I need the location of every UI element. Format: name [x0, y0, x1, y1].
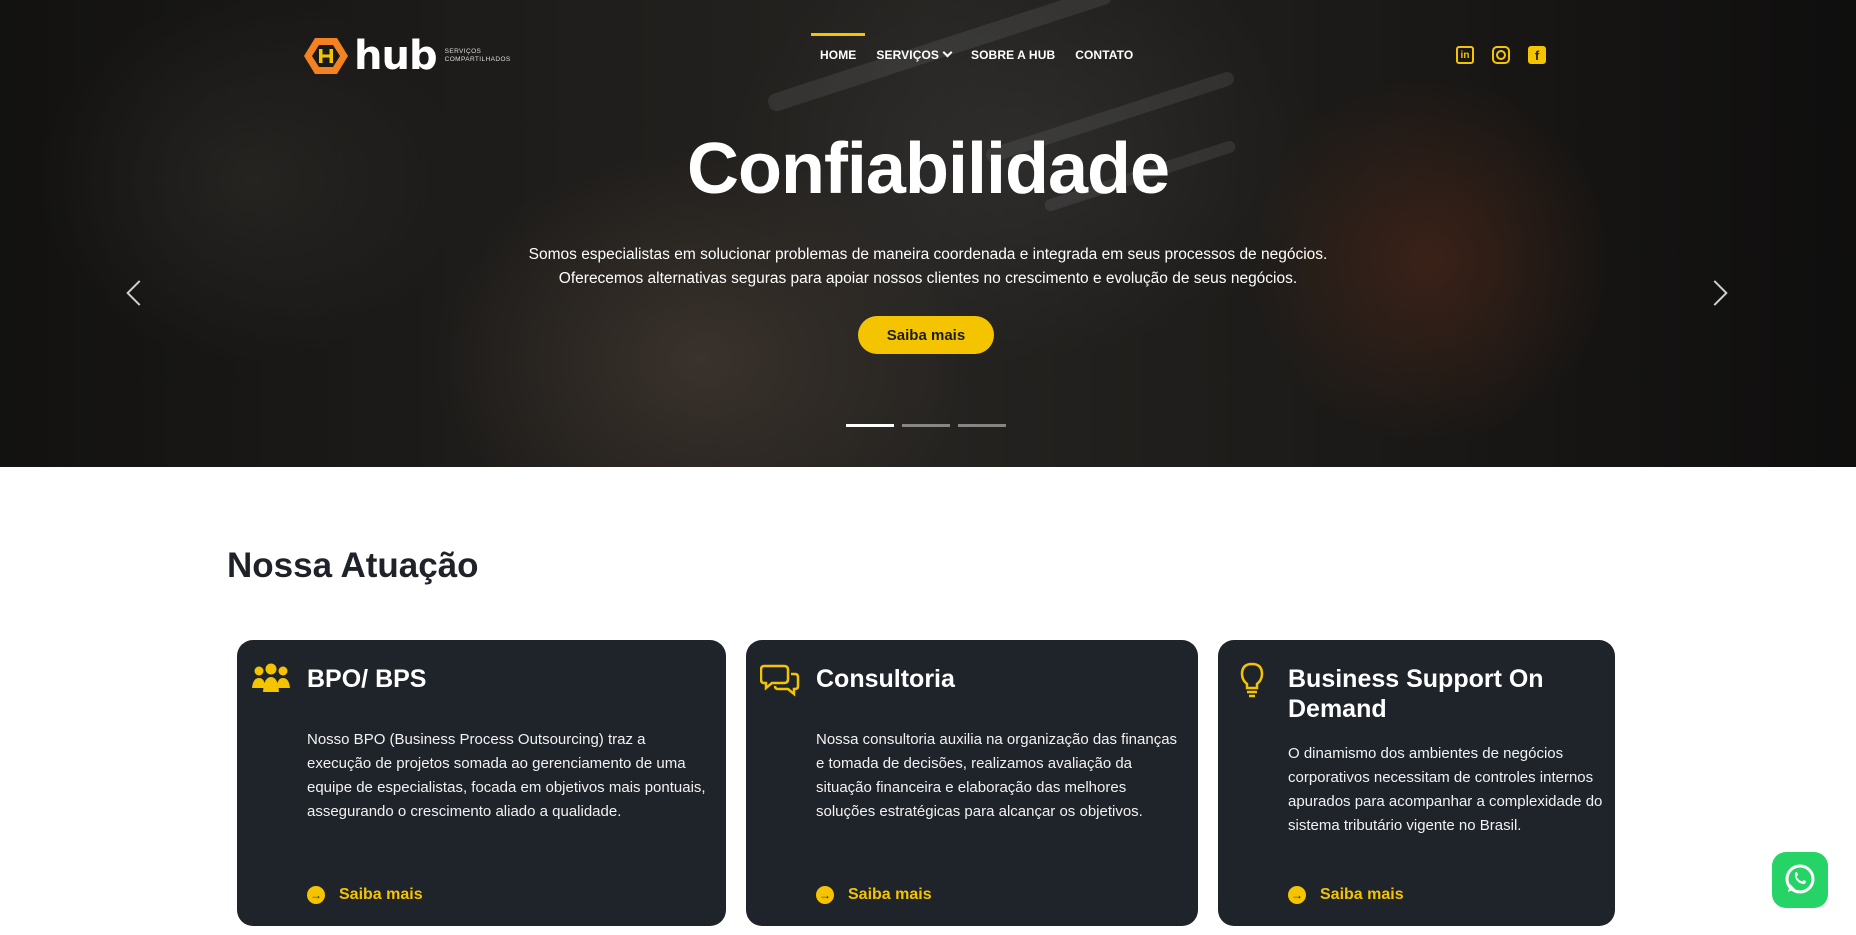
whatsapp-icon — [1785, 864, 1815, 894]
section-title: Nossa Atuação — [227, 546, 479, 585]
whatsapp-button[interactable] — [1772, 852, 1828, 908]
card-link-label: Saiba mais — [1320, 886, 1404, 903]
card-link[interactable]: → Saiba mais — [816, 886, 932, 904]
arrow-right-icon: → — [816, 886, 834, 904]
service-card-bpo: BPO/ BPS Nosso BPO (Business Process Out… — [237, 640, 726, 926]
carousel-dot-3[interactable] — [958, 424, 1006, 427]
social-links: in f — [1456, 46, 1546, 64]
arrow-right-icon: → — [1288, 886, 1306, 904]
card-title: BPO/ BPS — [307, 665, 427, 693]
carousel-dot-1[interactable] — [846, 424, 894, 427]
nav-home-label: HOME — [820, 48, 857, 62]
card-title: Business Support On Demand — [1288, 665, 1544, 723]
nav-home[interactable]: HOME — [810, 33, 866, 62]
page: hub SERVIÇOS COMPARTILHADOS HOME SERVIÇO… — [0, 0, 1856, 935]
hero-cta-button[interactable]: Saiba mais — [858, 316, 994, 354]
card-link[interactable]: → Saiba mais — [1288, 886, 1404, 904]
arrow-right-icon: → — [307, 886, 325, 904]
nav-contato[interactable]: CONTATO — [1075, 48, 1133, 62]
chat-icon — [760, 664, 800, 697]
brand-logo[interactable]: hub SERVIÇOS COMPARTILHADOS — [304, 36, 511, 76]
card-text: Nosso BPO (Business Process Outsourcing)… — [307, 731, 706, 820]
card-link[interactable]: → Saiba mais — [307, 886, 423, 904]
brand-tagline: SERVIÇOS COMPARTILHADOS — [445, 48, 511, 64]
brand-name: hub — [354, 33, 438, 79]
card-text: Nossa consultoria auxilia na organização… — [816, 731, 1178, 820]
hub-logo-icon — [304, 38, 348, 74]
nav-servicos-label: SERVIÇOS — [876, 48, 940, 62]
hero-overlay — [0, 0, 1856, 467]
hero-text-line1: Somos especialistas em solucionar proble… — [528, 246, 1328, 263]
hero-carousel: hub SERVIÇOS COMPARTILHADOS HOME SERVIÇO… — [0, 0, 1856, 467]
lightbulb-icon — [1240, 662, 1264, 698]
nav-contato-label: CONTATO — [1075, 48, 1134, 62]
main-nav: HOME SERVIÇOS SOBRE A HUB CONTATO — [810, 33, 1153, 62]
brand-tagline-line1: SERVIÇOS — [444, 48, 482, 55]
facebook-icon[interactable]: f — [1528, 46, 1546, 64]
card-link-label: Saiba mais — [848, 886, 932, 903]
card-title: Consultoria — [816, 665, 955, 693]
hero-text-line2: Oferecemos alternativas seguras para apo… — [558, 270, 1298, 287]
card-link-label: Saiba mais — [339, 886, 423, 903]
carousel-indicators — [846, 424, 1006, 427]
chevron-down-icon — [942, 47, 953, 58]
nav-servicos[interactable]: SERVIÇOS — [876, 47, 953, 62]
service-card-business-support: Business Support On Demand O dinamismo d… — [1218, 640, 1615, 926]
service-card-consultoria: Consultoria Nossa consultoria auxilia na… — [746, 640, 1198, 926]
carousel-dot-2[interactable] — [902, 424, 950, 427]
instagram-icon[interactable] — [1492, 46, 1510, 64]
linkedin-icon[interactable]: in — [1456, 46, 1474, 64]
brand-tagline-line2: COMPARTILHADOS — [444, 56, 511, 63]
card-text: O dinamismo dos ambientes de negócios co… — [1288, 745, 1603, 834]
nav-sobre[interactable]: SOBRE A HUB — [971, 48, 1055, 62]
nav-sobre-label: SOBRE A HUB — [971, 48, 1056, 62]
team-icon — [252, 663, 290, 692]
hero-title: Confiabilidade — [686, 129, 1170, 209]
